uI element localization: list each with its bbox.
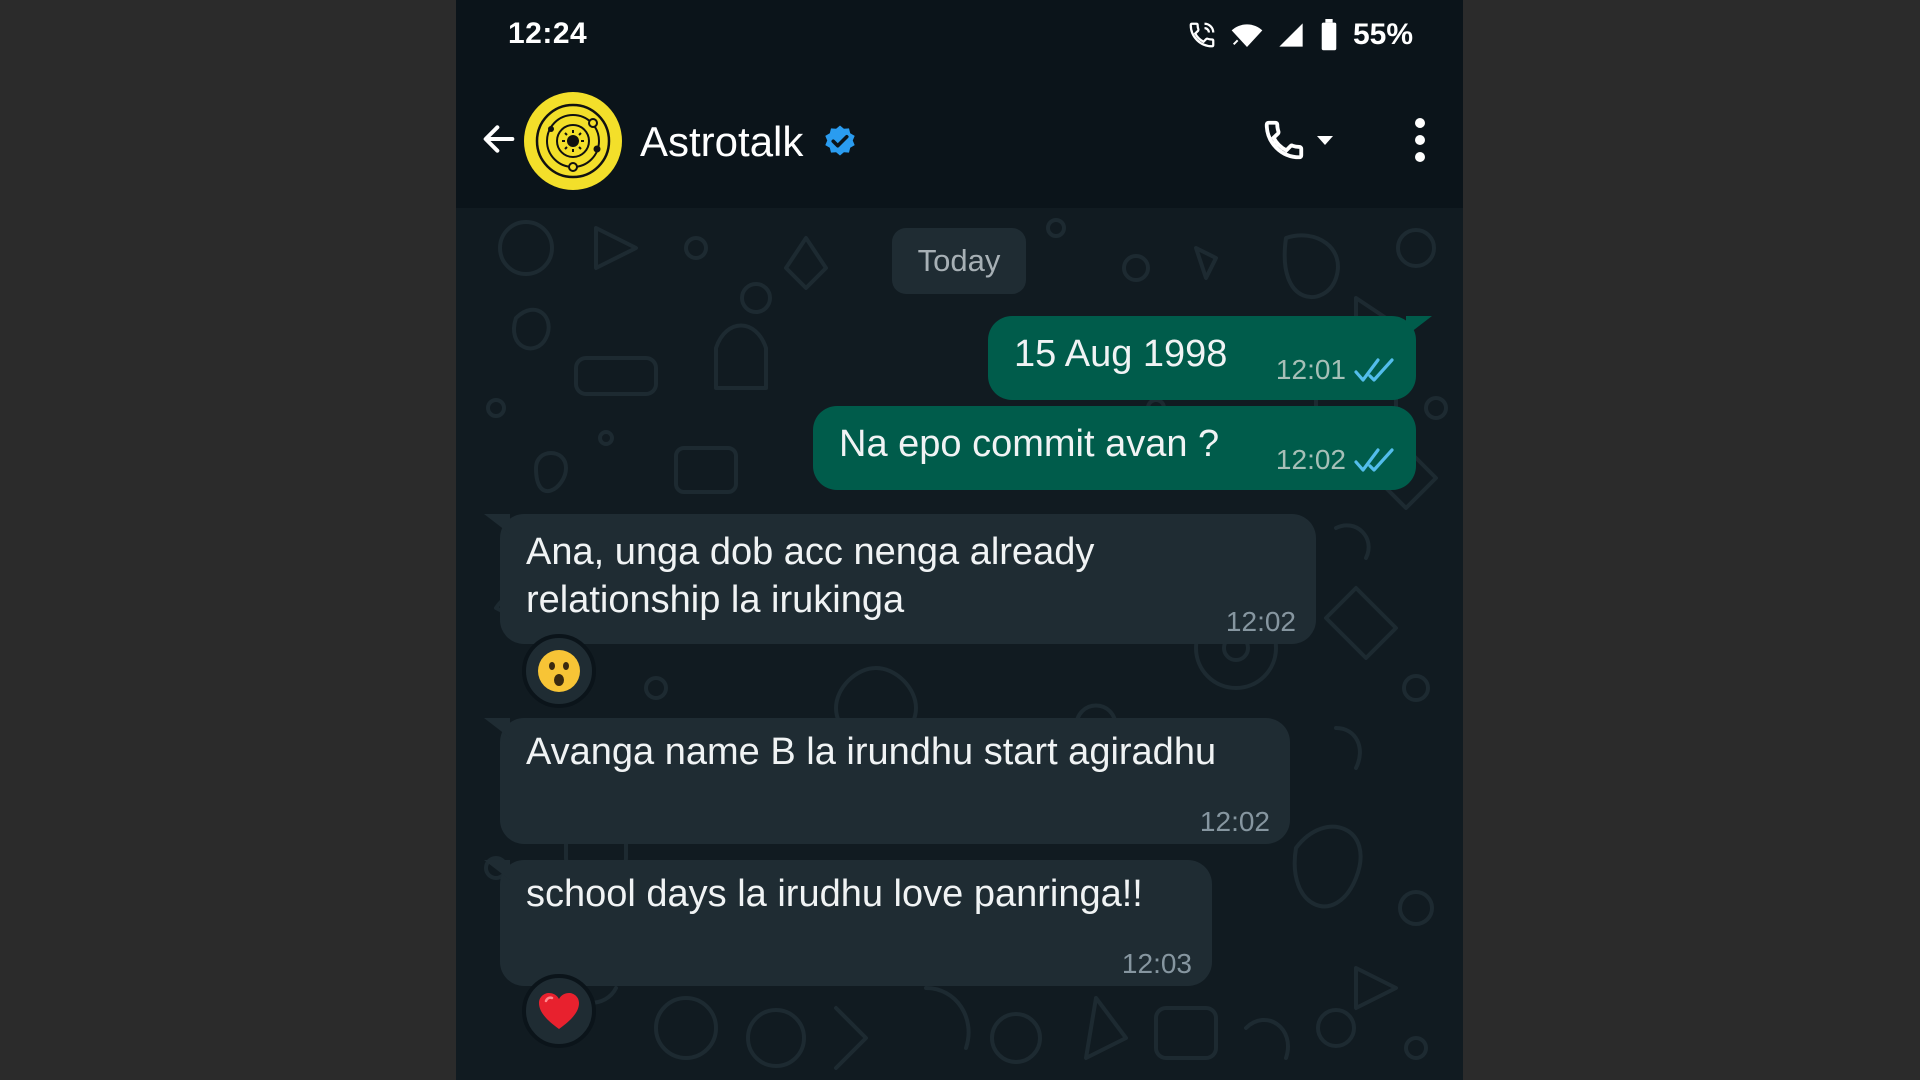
message-time: 12:02: [1199, 806, 1270, 837]
avatar[interactable]: [524, 92, 622, 190]
contact-name[interactable]: Astrotalk: [640, 118, 803, 166]
call-active-icon: [1187, 20, 1217, 50]
message-text-line-1: Ana, unga dob acc nenga already: [526, 531, 1095, 573]
reaction-badge[interactable]: [522, 974, 596, 1048]
back-arrow-icon: [483, 125, 515, 153]
back-button[interactable]: [474, 114, 524, 164]
message-time: 12:01: [1275, 354, 1346, 385]
message-bubble-incoming[interactable]: Avanga name B la irundhu start agiradhu …: [484, 718, 1290, 846]
more-options-button[interactable]: [1405, 112, 1435, 168]
dropdown-icon: [1317, 136, 1333, 145]
read-receipt-icon: [1354, 448, 1394, 472]
surprised-face-emoji-icon: [538, 650, 580, 692]
battery-icon: [1319, 19, 1339, 51]
chat-area[interactable]: Today 15 Aug 1998 12:01 Na epo commit av…: [456, 208, 1463, 1080]
date-chip: Today: [892, 228, 1026, 294]
message-text: 15 Aug 1998: [1014, 333, 1228, 375]
phone-icon: [1264, 120, 1304, 160]
signal-icon: [1277, 21, 1305, 49]
more-vert-icon: [1415, 118, 1425, 162]
voice-call-button[interactable]: [1261, 114, 1351, 166]
message-bubble-outgoing[interactable]: 15 Aug 1998 12:01: [988, 316, 1432, 400]
message-time: 12:02: [1225, 606, 1296, 637]
message-text: school days la irudhu love panringa!!: [526, 873, 1143, 915]
message-meta: 12:01: [1276, 346, 1396, 394]
astrology-logo-icon: [535, 103, 611, 179]
bubble-tail: [484, 718, 510, 738]
message-meta: 12:02: [1226, 598, 1296, 646]
message-bubble-outgoing[interactable]: Na epo commit avan ? 12:02: [813, 406, 1416, 490]
battery-percent: 55%: [1352, 18, 1413, 51]
heart-emoji-icon: [539, 993, 579, 1029]
message-time: 12:02: [1275, 444, 1346, 475]
bubble-tail: [484, 860, 510, 880]
message-meta: 12:02: [1200, 798, 1270, 846]
message-text: Avanga name B la irundhu start agiradhu: [526, 731, 1217, 773]
message-time: 12:03: [1121, 948, 1192, 979]
message-bubble-incoming[interactable]: Ana, unga dob acc nenga already relation…: [484, 514, 1316, 646]
read-receipt-icon: [1354, 358, 1394, 382]
chat-header: Astrotalk: [456, 74, 1463, 208]
message-bubble-incoming[interactable]: school days la irudhu love panringa!! 12…: [484, 860, 1212, 988]
status-time: 12:24: [508, 17, 588, 50]
bubble-tail: [1406, 316, 1432, 336]
wifi-icon: [1231, 21, 1263, 49]
phone-screen: 12:24 55% Astrotalk Today 15 Aug 1998 12…: [456, 0, 1463, 1080]
message-meta: 12:03: [1122, 940, 1192, 988]
message-text: Na epo commit avan ?: [839, 423, 1220, 465]
bubble-tail: [484, 514, 510, 534]
message-text-line-2: relationship la irukinga: [526, 579, 905, 621]
status-bar: 12:24 55%: [456, 0, 1463, 74]
message-meta: 12:02: [1276, 436, 1396, 484]
reaction-badge[interactable]: [522, 634, 596, 708]
verified-badge-icon: [822, 124, 858, 165]
status-icons: 55%: [1187, 18, 1413, 52]
